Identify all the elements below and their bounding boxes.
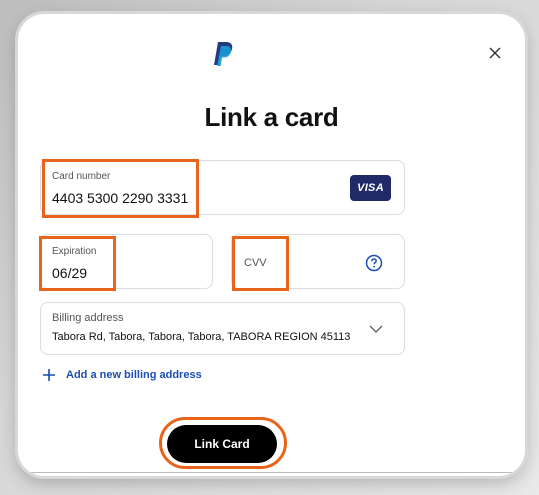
question-circle-icon[interactable]: [365, 254, 383, 272]
expiration-highlight: [39, 236, 116, 291]
link-card-dialog: Link a card Card number 4403 5300 2290 3…: [18, 14, 525, 476]
link-card-button[interactable]: Link Card: [167, 425, 277, 463]
chevron-down-icon: [369, 325, 383, 333]
billing-address-select[interactable]: [40, 302, 405, 355]
billing-address-label: Billing address: [52, 312, 124, 324]
add-billing-address-label: Add a new billing address: [66, 369, 202, 381]
paypal-logo-icon: [214, 42, 233, 66]
close-icon: [489, 47, 501, 59]
close-button[interactable]: [486, 44, 504, 62]
cvv-highlight: [232, 236, 289, 291]
visa-logo-icon: VISA: [350, 175, 391, 201]
plus-icon: [43, 369, 55, 381]
add-billing-address-link[interactable]: Add a new billing address: [42, 368, 202, 382]
billing-address-value: Tabora Rd, Tabora, Tabora, Tabora, TABOR…: [52, 331, 351, 343]
card-number-highlight: [42, 159, 199, 218]
footer-divider: [24, 472, 519, 473]
page-title: Link a card: [204, 102, 339, 132]
